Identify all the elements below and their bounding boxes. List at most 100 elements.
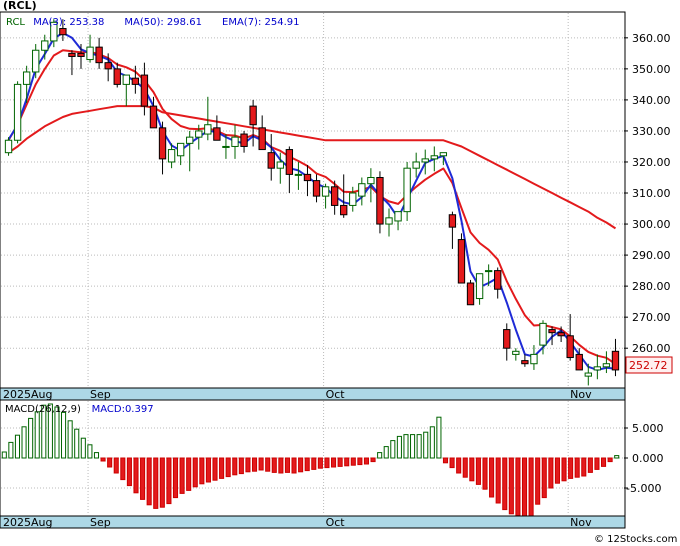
- candle-body: [521, 360, 529, 365]
- candle-body: [140, 74, 149, 107]
- macd-bar: [120, 457, 126, 481]
- macd-bar: [74, 428, 80, 459]
- macd-bar: [515, 457, 521, 517]
- macd-bar: [179, 457, 185, 494]
- candle-body: [494, 270, 502, 290]
- macd-bar: [140, 457, 146, 500]
- price-x-label: Sep: [90, 388, 111, 401]
- candle-body: [231, 136, 239, 147]
- macd-bar: [34, 411, 40, 459]
- legend-entry: RCL: [6, 17, 25, 28]
- candle-body: [294, 173, 303, 176]
- candle-body: [195, 130, 203, 138]
- macd-bar: [107, 457, 113, 468]
- candle-body: [186, 136, 194, 144]
- macd-bar: [298, 457, 304, 473]
- candle-body: [367, 176, 375, 185]
- macd-bar: [80, 437, 86, 459]
- price-tick-label: 300.00: [632, 218, 671, 231]
- macd-bar: [258, 457, 264, 471]
- candle-body: [349, 192, 357, 206]
- candle-body: [258, 127, 266, 151]
- macd-bar: [482, 457, 488, 490]
- macd-x-label: Sep: [90, 516, 111, 529]
- chart-symbol: (RCL): [3, 0, 37, 12]
- candle-body: [149, 105, 158, 129]
- macd-bar: [528, 457, 534, 517]
- candle-body: [430, 155, 438, 160]
- macd-bar: [568, 457, 574, 479]
- macd-bar: [317, 457, 323, 469]
- price-tick-label: 340.00: [632, 94, 671, 107]
- macd-tick-label: 5.000: [632, 422, 664, 435]
- macd-bar: [331, 457, 337, 468]
- candle-body: [412, 161, 420, 169]
- macd-bar: [1, 451, 7, 459]
- candle-body: [439, 152, 448, 157]
- macd-bar: [311, 457, 317, 470]
- candle-body: [530, 353, 538, 365]
- macd-bar: [377, 452, 383, 459]
- macd-bar: [574, 457, 580, 478]
- candle-body: [122, 74, 130, 85]
- macd-bar: [172, 457, 179, 499]
- candle-body: [303, 173, 312, 182]
- macd-bar: [370, 457, 376, 463]
- price-tick-label: 310.00: [632, 187, 671, 200]
- macd-bar: [199, 457, 205, 485]
- candle-body: [403, 167, 411, 213]
- candle-body: [448, 214, 457, 228]
- price-tick-label: 330.00: [632, 125, 671, 138]
- macd-bar: [462, 457, 468, 478]
- macd-bar: [284, 457, 290, 473]
- price-tick-label: 290.00: [632, 249, 671, 262]
- macd-bar: [594, 457, 600, 470]
- macd-bar: [495, 457, 501, 504]
- macd-bar: [100, 457, 106, 462]
- macd-bar: [219, 457, 225, 479]
- macd-legend: MACD(26,12,9) MACD:0.397: [5, 404, 154, 415]
- price-x-label: 2025Aug: [3, 388, 52, 401]
- candle-body: [285, 149, 294, 175]
- macd-bar: [225, 457, 231, 478]
- macd-bar: [126, 457, 132, 487]
- candle-body: [104, 62, 112, 70]
- candle-body: [566, 335, 574, 359]
- candle-body: [321, 186, 330, 197]
- macd-bar: [423, 431, 429, 459]
- macd-bar: [212, 457, 218, 481]
- macd-bar: [416, 434, 422, 459]
- macd-bar: [521, 457, 528, 518]
- candle-body: [358, 183, 366, 197]
- macd-bar: [166, 457, 172, 505]
- candle-body: [584, 372, 592, 377]
- macd-bar: [383, 446, 389, 459]
- macd-legend-entry: MACD:0.397: [92, 404, 154, 415]
- macd-bar: [554, 457, 560, 484]
- candle-body: [204, 124, 212, 135]
- macd-bar: [153, 457, 159, 509]
- candle-body: [267, 152, 275, 169]
- macd-bar: [324, 457, 330, 469]
- macd-x-label: Nov: [570, 516, 592, 529]
- macd-x-label: 2025Aug: [3, 516, 52, 529]
- price-legend: RCL MA(3): 253.38 MA(50): 298.61 EMA(7): 25…: [6, 17, 300, 28]
- candle-body: [602, 363, 611, 368]
- candle-body: [59, 28, 67, 36]
- price-panel: [0, 11, 626, 389]
- candle-body: [385, 217, 393, 225]
- candle-body: [167, 149, 176, 163]
- candle-body: [113, 68, 121, 85]
- macd-bar: [502, 457, 508, 511]
- macd-tick-label: 0.000: [632, 452, 664, 465]
- price-tick-label: 280.00: [632, 280, 671, 293]
- macd-bar: [232, 457, 238, 476]
- candle-body: [457, 239, 466, 284]
- macd-bar: [133, 457, 139, 494]
- candle-body: [95, 46, 103, 64]
- candle-body: [611, 350, 620, 371]
- candle-body: [131, 77, 140, 85]
- price-tick-label: 270.00: [632, 311, 671, 324]
- price-y-axis: 260.00 270.00 280.00 290.00 300.00 310.00 320.…: [624, 32, 671, 355]
- macd-bar: [14, 434, 21, 459]
